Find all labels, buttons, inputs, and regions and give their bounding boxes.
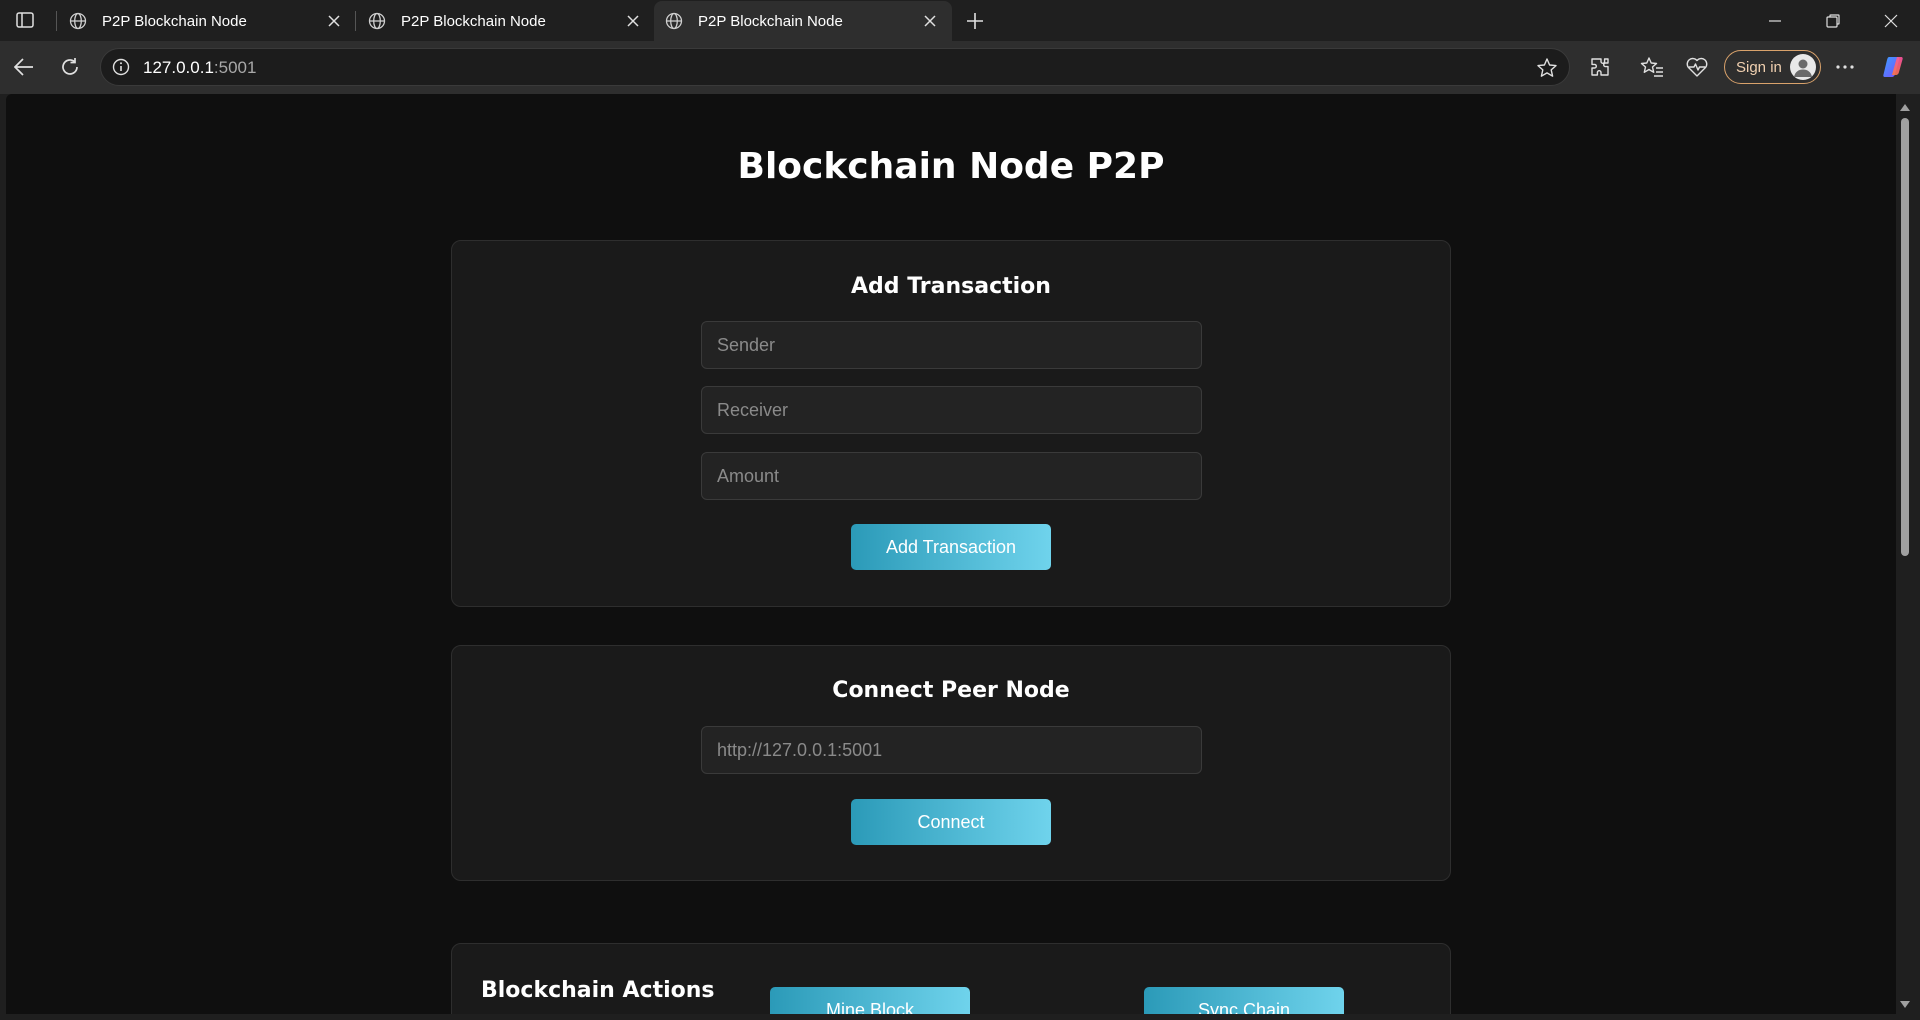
browser-essentials-icon[interactable]: [1681, 51, 1713, 83]
globe-icon: [67, 10, 89, 32]
tab-separator: [56, 11, 57, 31]
favorites-icon[interactable]: [1636, 51, 1668, 83]
more-icon[interactable]: [1829, 51, 1861, 83]
back-icon[interactable]: [7, 50, 41, 84]
blockchain-actions-card: Blockchain Actions Mine Block Sync Chain: [451, 943, 1451, 1014]
refresh-icon[interactable]: [53, 50, 87, 84]
tab-title: P2P Blockchain Node: [102, 12, 247, 30]
restore-icon[interactable]: [1804, 0, 1862, 41]
add-transaction-card: Add Transaction Add Transaction: [451, 240, 1451, 607]
amount-input[interactable]: [701, 452, 1202, 500]
address-bar[interactable]: 127.0.0.1:5001: [100, 48, 1570, 86]
close-window-icon[interactable]: [1862, 0, 1920, 41]
url-port: :5001: [213, 58, 257, 77]
star-icon[interactable]: [1535, 56, 1559, 80]
browser-titlebar: P2P Blockchain Node P2P Blockchain Node …: [0, 0, 1920, 41]
sign-in-label: Sign in: [1736, 58, 1782, 76]
page-scrollbar[interactable]: [1896, 94, 1914, 1014]
page-viewport: Blockchain Node P2P Add Transaction Add …: [6, 94, 1896, 1014]
tab-3-active[interactable]: P2P Blockchain Node: [654, 1, 952, 41]
connect-peer-card: Connect Peer Node Connect: [451, 645, 1451, 881]
tab-title: P2P Blockchain Node: [401, 12, 546, 30]
tab-title: P2P Blockchain Node: [698, 12, 843, 30]
sign-in-button[interactable]: Sign in: [1724, 50, 1821, 84]
scroll-up-arrow-icon[interactable]: [1900, 104, 1910, 111]
connect-button[interactable]: Connect: [851, 799, 1051, 845]
plus-icon[interactable]: [960, 6, 990, 36]
page-title: Blockchain Node P2P: [737, 146, 1165, 187]
receiver-input[interactable]: [701, 386, 1202, 434]
tab-separator: [355, 11, 356, 31]
add-transaction-heading: Add Transaction: [851, 274, 1051, 299]
sender-input[interactable]: [701, 321, 1202, 369]
close-icon[interactable]: [621, 9, 645, 33]
url-text: 127.0.0.1:5001: [143, 58, 256, 78]
sidebar-toggle-icon[interactable]: [12, 8, 38, 32]
tab-2[interactable]: P2P Blockchain Node: [357, 1, 655, 41]
close-icon[interactable]: [322, 9, 346, 33]
url-host: 127.0.0.1: [143, 58, 214, 77]
extensions-icon[interactable]: [1584, 51, 1616, 83]
mine-block-button[interactable]: Mine Block: [770, 987, 970, 1014]
copilot-icon[interactable]: [1877, 51, 1909, 83]
globe-icon: [366, 10, 388, 32]
close-icon[interactable]: [918, 9, 942, 33]
tab-1[interactable]: P2P Blockchain Node: [58, 1, 356, 41]
avatar: [1790, 54, 1816, 80]
scrollbar-thumb[interactable]: [1901, 118, 1909, 556]
info-icon[interactable]: [111, 57, 131, 77]
scroll-down-arrow-icon[interactable]: [1900, 1001, 1910, 1008]
minimize-icon[interactable]: [1746, 0, 1804, 41]
blockchain-actions-heading: Blockchain Actions: [481, 978, 715, 1003]
sync-chain-button[interactable]: Sync Chain: [1144, 987, 1344, 1014]
connect-peer-heading: Connect Peer Node: [832, 678, 1070, 703]
add-transaction-button[interactable]: Add Transaction: [851, 524, 1051, 570]
browser-toolbar: 127.0.0.1:5001 Sign in: [0, 41, 1920, 94]
peer-url-input[interactable]: [701, 726, 1202, 774]
globe-icon: [663, 10, 685, 32]
